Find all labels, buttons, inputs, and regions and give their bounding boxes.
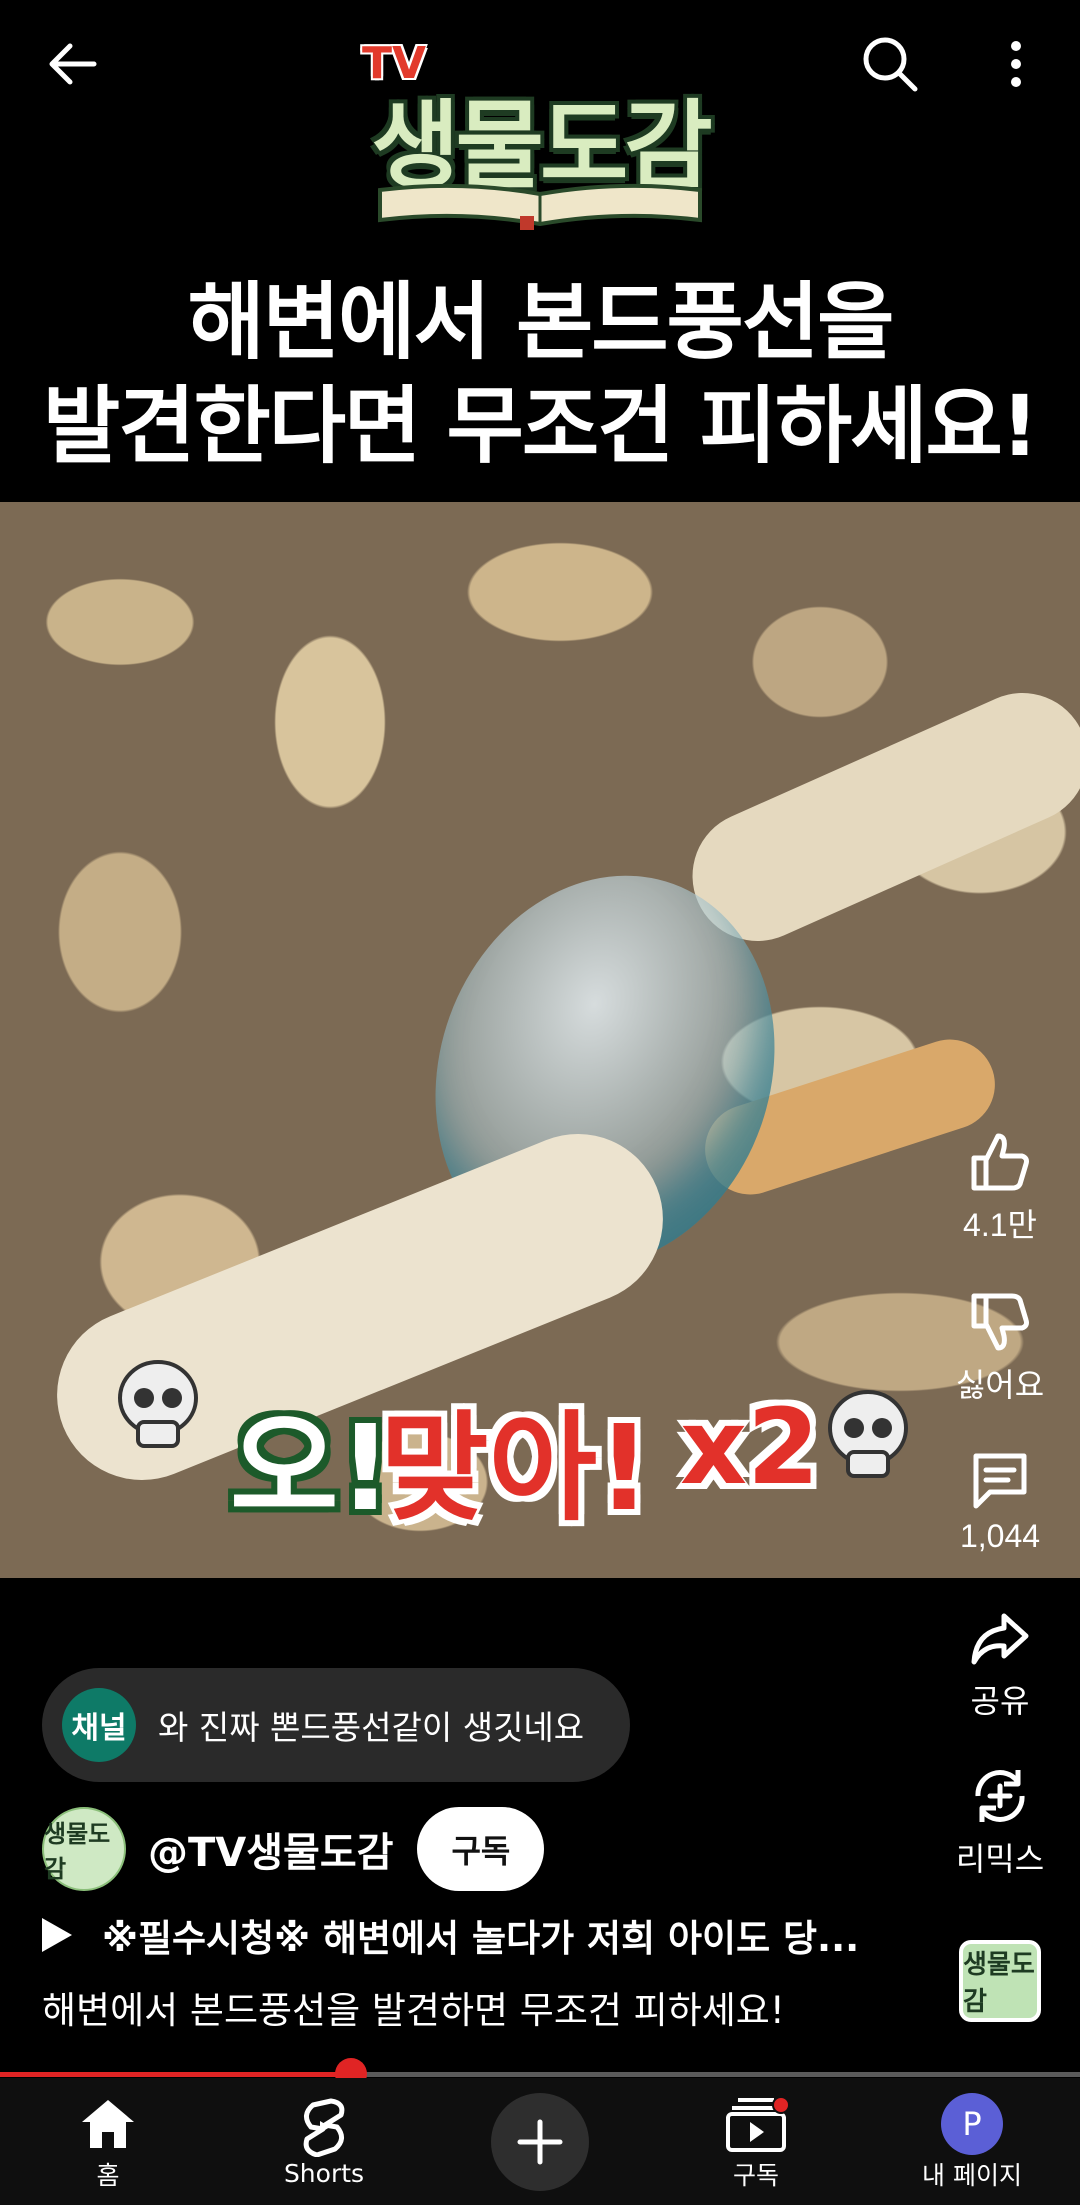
skull-icon bbox=[828, 1390, 908, 1478]
coral-piece bbox=[671, 672, 1080, 962]
progress-bar[interactable] bbox=[0, 2058, 1080, 2090]
book-icon bbox=[378, 183, 702, 230]
caption-x2: x2 bbox=[680, 1386, 820, 1508]
comments-button[interactable]: 1,044 bbox=[940, 1448, 1060, 1555]
share-label: 공유 bbox=[970, 1683, 1030, 1719]
nav-home-label: 홈 bbox=[96, 2160, 120, 2190]
dislike-button[interactable]: 싫어요 bbox=[940, 1290, 1060, 1406]
bottom-nav: 홈 Shorts 구독 P 내 페이지 bbox=[0, 2078, 1080, 2205]
more-options-icon[interactable] bbox=[980, 24, 1052, 104]
subscribe-button[interactable]: 구독 bbox=[417, 1807, 545, 1891]
nav-subscriptions-label: 구독 bbox=[732, 2160, 779, 2190]
title-line-2: 발견한다면 무조건 피하세요! bbox=[42, 377, 1039, 475]
dislike-label: 싫어요 bbox=[955, 1367, 1045, 1403]
channel-row: 생물도감 @TV생물도감 구독 bbox=[42, 1806, 545, 1892]
home-icon bbox=[82, 2099, 134, 2148]
nav-me-label: 내 페이지 bbox=[922, 2160, 1022, 2190]
channel-chip: 채널 bbox=[62, 1688, 136, 1762]
nav-home[interactable]: 홈 bbox=[0, 2078, 216, 2205]
skull-icon bbox=[118, 1360, 198, 1448]
nav-shorts-label: Shorts bbox=[283, 2159, 365, 2188]
profile-avatar: P bbox=[941, 2092, 1003, 2155]
title-line-1: 해변에서 본드풍선을 bbox=[187, 273, 895, 371]
share-button[interactable]: 공유 bbox=[940, 1606, 1060, 1722]
remix-label: 리믹스 bbox=[955, 1841, 1045, 1877]
channel-logo: TV 생물도감 bbox=[340, 30, 740, 230]
nav-create[interactable] bbox=[432, 2078, 648, 2205]
nav-me[interactable]: P 내 페이지 bbox=[864, 2078, 1080, 2205]
nav-shorts[interactable]: Shorts bbox=[216, 2078, 432, 2205]
nav-subscriptions[interactable]: 구독 bbox=[648, 2078, 864, 2205]
video-title-overlay: 해변에서 본드풍선을 발견한다면 무조건 피하세요! bbox=[0, 270, 1080, 478]
related-video-link[interactable]: ※필수시청※ 해변에서 놀다가 저희 아이도 당... bbox=[42, 1908, 859, 1962]
sound-thumbnail-image: 생물도감 bbox=[959, 1940, 1041, 2022]
search-icon[interactable] bbox=[846, 24, 934, 104]
remix-button[interactable]: 리믹스 bbox=[940, 1764, 1060, 1880]
caption-overlay: 오! 맞아! x2 bbox=[118, 1360, 960, 1537]
create-button[interactable] bbox=[491, 2092, 589, 2191]
like-button[interactable]: 4.1만 bbox=[940, 1130, 1060, 1246]
back-arrow-icon[interactable] bbox=[32, 24, 112, 104]
caption-oh: 오! bbox=[230, 1399, 393, 1537]
play-icon bbox=[42, 1918, 72, 1952]
comment-count: 1,044 bbox=[959, 1518, 1041, 1554]
notification-dot bbox=[772, 2095, 790, 2114]
remix-icon bbox=[975, 1770, 1025, 1822]
share-icon bbox=[971, 1613, 1029, 1665]
pinned-comment-text: 와 진짜 뽄드풍선같이 생깃네요 bbox=[158, 1708, 585, 1747]
channel-handle[interactable]: @TV생물도감 bbox=[148, 1820, 393, 1878]
progress-fill bbox=[0, 2072, 351, 2077]
like-count: 4.1만 bbox=[963, 1207, 1037, 1243]
comment-icon bbox=[973, 1453, 1027, 1509]
pinned-comment[interactable]: 채널 와 진짜 뽄드풍선같이 생깃네요 bbox=[42, 1668, 630, 1782]
thumbs-up-icon bbox=[971, 1133, 1029, 1191]
video-player[interactable]: 오! 맞아! x2 bbox=[0, 502, 1080, 1578]
caption-right: 맞아! bbox=[380, 1399, 651, 1537]
thumbs-down-icon bbox=[971, 1293, 1029, 1351]
related-video-title: ※필수시청※ 해변에서 놀다가 저희 아이도 당... bbox=[102, 1917, 860, 1960]
shorts-icon bbox=[303, 2098, 345, 2157]
sound-thumbnail[interactable]: 생물도감 bbox=[940, 1940, 1060, 2022]
plus-icon bbox=[517, 2119, 563, 2164]
video-description[interactable]: 해변에서 본드풍선을 발견하면 무조건 피하세요! bbox=[42, 1980, 785, 2034]
channel-avatar[interactable]: 생물도감 bbox=[42, 1807, 126, 1891]
